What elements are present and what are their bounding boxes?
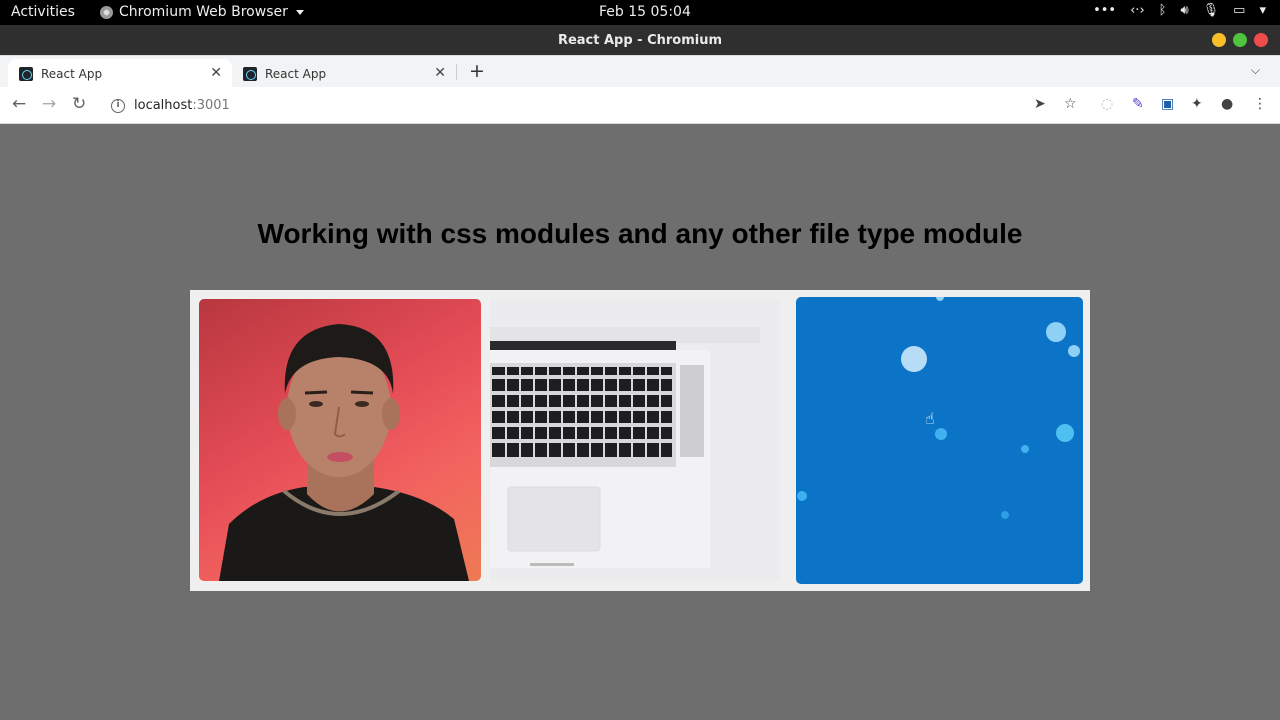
- laptop-photo: [490, 299, 780, 581]
- close-tab-icon[interactable]: ✕: [210, 65, 222, 81]
- url-text[interactable]: localhost:3001: [134, 98, 230, 113]
- portrait-illustration: [219, 324, 469, 581]
- reload-button[interactable]: ↻: [72, 94, 86, 114]
- extensions-puzzle-icon[interactable]: ✦: [1191, 96, 1203, 112]
- address-bar[interactable]: i localhost:3001: [103, 92, 1058, 119]
- hand-cursor-icon: ☝: [925, 409, 935, 428]
- tab-search-chevron-icon[interactable]: ⌵: [1251, 63, 1260, 78]
- bluetooth-icon[interactable]: ᛒ: [1159, 3, 1167, 18]
- new-tab-button[interactable]: +: [469, 60, 485, 82]
- toolbox-extension-icon[interactable]: ▣: [1161, 96, 1174, 112]
- profile-avatar-icon[interactable]: ●: [1221, 96, 1233, 112]
- site-info-icon[interactable]: i: [111, 98, 125, 113]
- network-icon[interactable]: ‹·›: [1130, 3, 1145, 18]
- menu-kebab-icon[interactable]: ⋮: [1253, 96, 1267, 112]
- clock[interactable]: Feb 15 05:04: [599, 4, 691, 20]
- close-tab-icon[interactable]: ✕: [434, 65, 446, 81]
- minimize-button[interactable]: [1212, 33, 1226, 47]
- react-favicon-icon: [19, 66, 33, 81]
- tab-label: React App: [265, 66, 327, 81]
- loading-extension-icon[interactable]: ◌: [1101, 96, 1113, 112]
- portrait-photo: [199, 299, 481, 581]
- tab-label: React App: [41, 66, 103, 81]
- close-window-button[interactable]: [1254, 33, 1268, 47]
- microphone-icon[interactable]: 🎙︎: [1203, 3, 1220, 18]
- react-favicon-icon: [243, 66, 257, 81]
- chromium-icon: [100, 5, 113, 19]
- tab-react-app-1[interactable]: React App ✕: [8, 59, 232, 88]
- image-gallery: [190, 290, 1090, 591]
- more-icon[interactable]: •••: [1093, 3, 1116, 18]
- maximize-button[interactable]: [1233, 33, 1247, 47]
- app-menu[interactable]: Chromium Web Browser: [100, 4, 304, 20]
- tab-strip: React App ✕ React App ✕: [0, 55, 1280, 88]
- laptop-illustration: [490, 327, 760, 568]
- app-menu-label: Chromium Web Browser: [119, 4, 288, 20]
- bubbles-image: [796, 297, 1083, 584]
- window-title: React App - Chromium: [557, 33, 723, 48]
- page-viewport: Working with css modules and any other f…: [0, 124, 1280, 720]
- volume-icon[interactable]: 🔊︎: [1180, 3, 1188, 18]
- browser-toolbar: ← → ↻ i localhost:3001 ➤ ☆ ◌ ✎ ▣ ✦ ● ⋮: [0, 87, 1280, 124]
- page-heading: Working with css modules and any other f…: [257, 218, 1023, 249]
- caret-down-icon: [295, 9, 304, 15]
- tab-react-app-2[interactable]: React App ✕: [232, 59, 456, 88]
- bubbles-illustration: [797, 297, 1080, 519]
- back-button[interactable]: ←: [12, 94, 26, 114]
- window-controls: [1212, 33, 1268, 47]
- system-tray[interactable]: ••• ‹·› ᛒ 🔊︎ 🎙︎ ▭ ▾: [1093, 3, 1266, 18]
- forward-button[interactable]: →: [42, 94, 56, 114]
- pen-extension-icon[interactable]: ✎: [1132, 96, 1144, 112]
- send-icon[interactable]: ➤: [1034, 96, 1046, 112]
- activities-button[interactable]: Activities: [11, 4, 75, 20]
- tray-caret-icon[interactable]: ▾: [1259, 3, 1266, 18]
- system-top-bar: Activities Chromium Web Browser Feb 15 0…: [0, 0, 1280, 25]
- battery-icon[interactable]: ▭: [1233, 3, 1245, 18]
- tab-separator: [456, 64, 457, 80]
- window-titlebar: React App - Chromium: [0, 25, 1280, 55]
- bookmark-star-icon[interactable]: ☆: [1064, 96, 1077, 112]
